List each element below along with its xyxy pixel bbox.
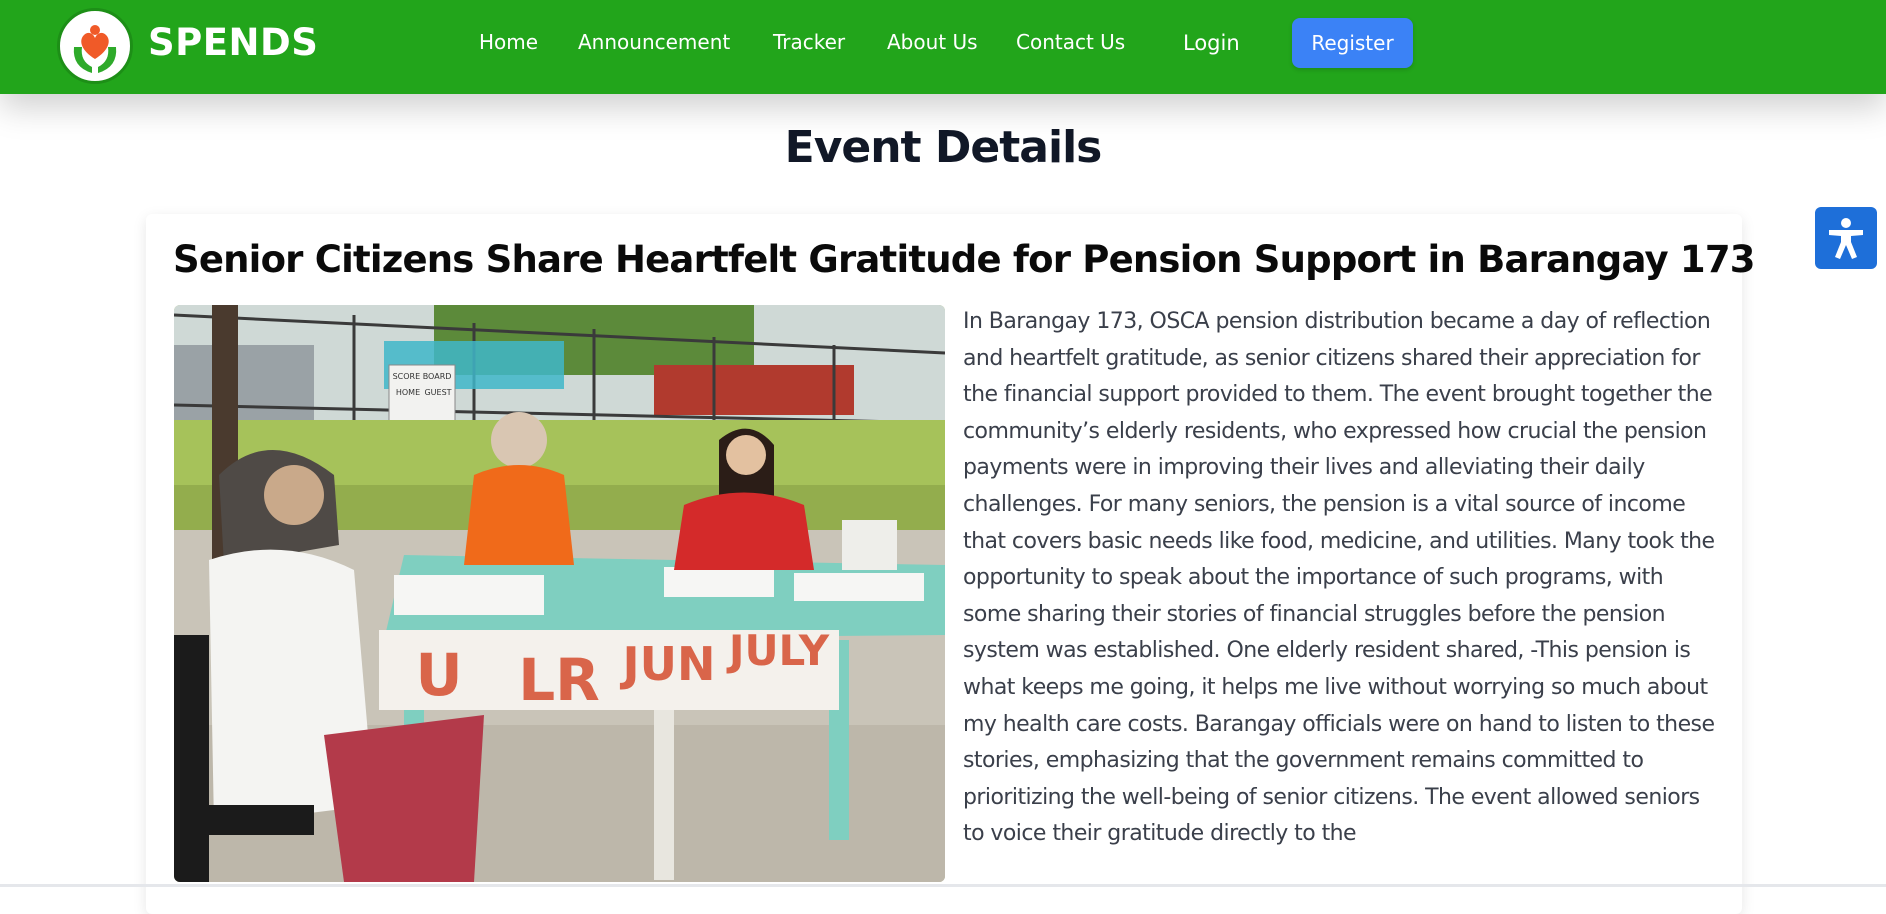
article-title: Senior Citizens Share Heartfelt Gratitud… — [173, 238, 1756, 281]
nav-tracker[interactable]: Tracker — [773, 30, 845, 54]
sign-jun: JUN — [620, 637, 716, 691]
board-text-guest: GUEST — [424, 388, 451, 397]
accessibility-button[interactable] — [1815, 207, 1877, 269]
board-text-title: SCORE BOARD — [393, 372, 452, 381]
logo-hands-heart-icon — [73, 25, 117, 73]
event-photo: SCORE BOARD HOME GUEST U LR JUN JULY — [174, 305, 945, 882]
accessibility-icon — [1829, 218, 1863, 259]
page-title: Event Details — [784, 122, 1103, 173]
nav-announcement[interactable]: Announcement — [578, 30, 730, 54]
board-text-home: HOME — [396, 388, 420, 397]
event-photo-illustration: SCORE BOARD HOME GUEST U LR JUN JULY — [174, 305, 945, 882]
sign-lr: LR — [518, 646, 600, 714]
article-body: In Barangay 173, OSCA pension distributi… — [963, 309, 1715, 847]
brand-name[interactable]: SPENDS — [148, 21, 318, 64]
spends-logo[interactable] — [57, 8, 133, 84]
sign-july: JULY — [726, 626, 830, 675]
nav-contact-us[interactable]: Contact Us — [1016, 30, 1125, 54]
nav-home[interactable]: Home — [479, 30, 538, 54]
sign-u: U — [415, 641, 462, 709]
register-button[interactable]: Register — [1292, 18, 1413, 68]
nav-about-us[interactable]: About Us — [887, 30, 978, 54]
top-navbar: SPENDS Home Announcement Tracker About U… — [0, 0, 1886, 94]
nav-login[interactable]: Login — [1183, 31, 1240, 55]
